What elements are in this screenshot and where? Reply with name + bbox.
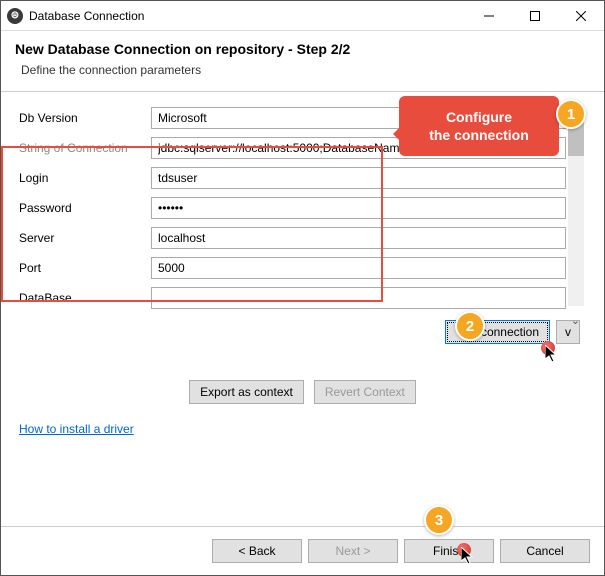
minimize-button[interactable]	[466, 1, 512, 30]
context-row: Export as context Revert Context	[19, 380, 586, 404]
row-database: DataBase	[19, 286, 566, 310]
row-password: Password	[19, 196, 566, 220]
row-login: Login	[19, 166, 566, 190]
annotation-marker-2: 2	[455, 311, 485, 341]
close-button[interactable]	[558, 1, 604, 30]
annotation-callout: Configure the connection	[399, 96, 559, 156]
label-port: Port	[19, 261, 151, 275]
link-row: How to install a driver	[19, 422, 586, 436]
maximize-button[interactable]	[512, 1, 558, 30]
input-port[interactable]	[151, 257, 566, 279]
wizard-footer: < Back Next > Finish Cancel	[1, 526, 604, 575]
input-server[interactable]	[151, 227, 566, 249]
annotation-marker-1: 1	[556, 99, 586, 129]
titlebar: ⊜ Database Connection	[1, 1, 604, 31]
label-database: DataBase	[19, 291, 151, 305]
install-driver-link[interactable]: How to install a driver	[19, 422, 134, 436]
input-password[interactable]	[151, 197, 566, 219]
annotation-click-dot	[541, 341, 555, 355]
annotation-marker-3: 3	[424, 505, 454, 535]
vertical-scrollbar[interactable]	[568, 106, 584, 306]
row-server: Server	[19, 226, 566, 250]
wizard-header: New Database Connection on repository - …	[1, 31, 604, 91]
back-button[interactable]: < Back	[212, 539, 302, 563]
label-conn-string: String of Connection	[19, 141, 151, 155]
revert-context-button[interactable]: Revert Context	[314, 380, 416, 404]
label-server: Server	[19, 231, 151, 245]
page-subtitle: Define the connection parameters	[15, 63, 590, 77]
label-login: Login	[19, 171, 151, 185]
window-buttons	[466, 1, 604, 30]
input-login[interactable]	[151, 167, 566, 189]
next-button[interactable]: Next >	[308, 539, 398, 563]
input-database[interactable]	[151, 287, 566, 309]
content-area: Db Version String of Connection Login Pa…	[1, 92, 604, 446]
chevron-down-icon[interactable]: ⌄	[571, 314, 580, 327]
annotation-click-dot-2	[457, 543, 471, 557]
row-port: Port	[19, 256, 566, 280]
page-title: New Database Connection on repository - …	[15, 41, 590, 57]
label-db-version: Db Version	[19, 111, 151, 125]
finish-button[interactable]: Finish	[404, 539, 494, 563]
export-context-button[interactable]: Export as context	[189, 380, 304, 404]
test-row: Test connection v	[19, 320, 586, 344]
app-icon: ⊜	[7, 8, 23, 24]
window-title: Database Connection	[29, 9, 466, 23]
label-password: Password	[19, 201, 151, 215]
cancel-button[interactable]: Cancel	[500, 539, 590, 563]
